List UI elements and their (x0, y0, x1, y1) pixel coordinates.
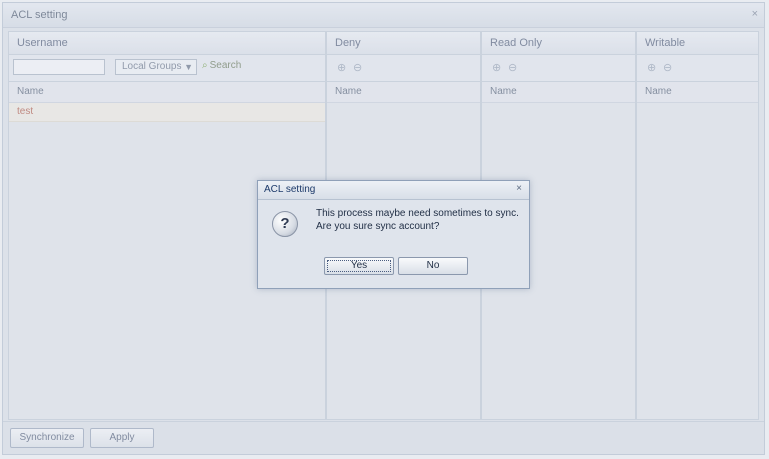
dialog-close-icon[interactable]: × (516, 183, 522, 194)
dialog-message-line2: Are you sure sync account? (316, 221, 440, 232)
dialog-message-line1: This process maybe need sometimes to syn… (316, 208, 519, 219)
dialog-message: This process maybe need sometimes to syn… (316, 207, 519, 233)
yes-button[interactable]: Yes (324, 257, 394, 275)
no-button[interactable]: No (398, 257, 468, 275)
confirm-dialog: ACL setting × ? This process maybe need … (257, 180, 530, 289)
question-icon: ? (272, 211, 298, 237)
dialog-title: ACL setting (264, 184, 316, 195)
dialog-titlebar: ACL setting × (258, 181, 529, 200)
